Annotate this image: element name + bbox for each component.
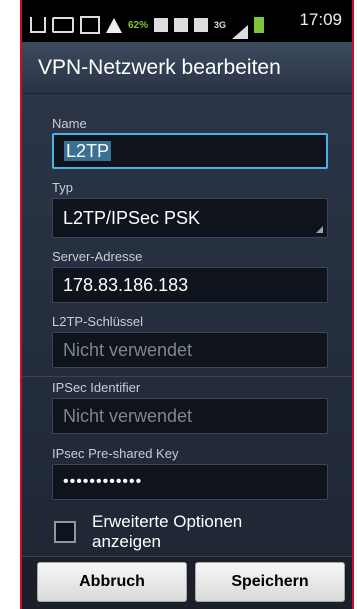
ipsec-psk-field[interactable]: •••••••••••• (52, 464, 328, 500)
ipsec-psk-label: IPsec Pre-shared Key (52, 446, 179, 461)
name-field[interactable]: L2TP (52, 133, 328, 169)
l2tp-secret-field[interactable]: Nicht verwendet (52, 332, 328, 368)
advanced-options-checkbox[interactable] (54, 521, 76, 543)
ipsec-identifier-field[interactable]: Nicht verwendet (52, 398, 328, 434)
server-address-label: Server-Adresse (52, 249, 143, 264)
divider (22, 376, 352, 377)
ipsec-psk-value: •••••••••••• (63, 473, 143, 490)
image-icon (80, 16, 100, 34)
type-dropdown-value: L2TP/IPSec PSK (63, 208, 201, 228)
ipsec-identifier-label: IPSec Identifier (52, 380, 141, 395)
l2tp-secret-label: L2TP-Schlüssel (52, 314, 144, 329)
cancel-button[interactable]: Abbruch (37, 562, 187, 602)
clock: 17:09 (299, 10, 342, 29)
network-type-text: 3G (214, 20, 227, 30)
signal-strength-icon (232, 11, 249, 39)
phone-screen: 62% 3G 17:09 VPN-Netzwerk bearbeiten Nam… (20, 0, 354, 609)
shopping-bag-icon (194, 18, 209, 32)
button-bar: Abbruch Speichern (22, 556, 352, 609)
save-button[interactable]: Speichern (195, 562, 345, 602)
name-label: Name (52, 116, 87, 131)
battery-icon (254, 17, 265, 33)
dialog-content: Name L2TP Typ L2TP/IPSec PSK Server-Adre… (22, 94, 352, 556)
server-address-field[interactable]: 178.83.186.183 (52, 267, 328, 303)
dialog-title: VPN-Netzwerk bearbeiten (22, 42, 352, 94)
server-address-value: 178.83.186.183 (63, 275, 189, 295)
status-icons: 62% 3G (30, 11, 265, 39)
status-bar: 62% 3G 17:09 (22, 0, 352, 42)
type-dropdown[interactable]: L2TP/IPSec PSK (52, 198, 328, 238)
name-field-value: L2TP (64, 141, 112, 161)
type-label: Typ (52, 180, 73, 195)
keyboard-icon (52, 17, 74, 33)
l2tp-secret-placeholder: Nicht verwendet (63, 340, 193, 360)
usb-icon (30, 17, 46, 33)
ipsec-identifier-placeholder: Nicht verwendet (63, 406, 193, 426)
dropdown-corner-icon (316, 226, 323, 233)
advanced-options-label[interactable]: Erweiterte Optionen anzeigen (92, 512, 282, 552)
shopping-bag-icon (174, 18, 189, 32)
battery-percent-text: 62% (128, 19, 149, 31)
warning-icon (106, 17, 122, 33)
shopping-bag-icon (154, 18, 169, 32)
